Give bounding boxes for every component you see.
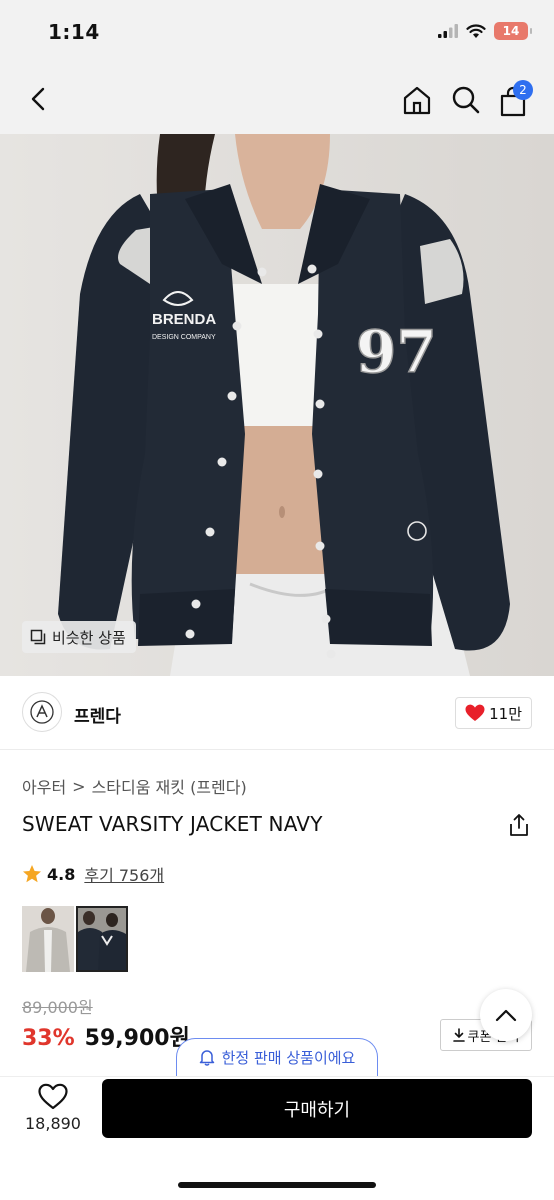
- brand-logo[interactable]: [22, 692, 62, 732]
- signal-icon: [438, 24, 458, 38]
- thumbnail-gray-jacket[interactable]: [22, 906, 74, 972]
- color-thumbnails: [22, 906, 128, 972]
- brand-emblem-icon: [30, 700, 54, 724]
- search-icon[interactable]: [450, 84, 482, 116]
- similar-products-label: 비슷한 상품: [52, 628, 126, 647]
- chevron-up-icon: [495, 1009, 517, 1022]
- review-count-link[interactable]: 후기 756개: [84, 862, 164, 886]
- battery-icon: 14: [494, 22, 532, 40]
- product-photo-jacket: BRENDA DESIGN COMPANY 97: [0, 134, 554, 676]
- price-row: 33% 59,900원: [22, 1020, 190, 1052]
- status-bar: 1:14 14: [0, 0, 554, 66]
- rating-value: 4.8: [47, 864, 76, 884]
- heart-outline-icon[interactable]: [38, 1083, 68, 1111]
- home-indicator: [178, 1182, 376, 1188]
- rating-row: 4.8 후기 756개: [22, 862, 164, 886]
- jacket-logo-subtext: DESIGN COMPANY: [152, 334, 216, 341]
- jacket-logo-text: BRENDA: [152, 311, 216, 328]
- thumbnail-gray-image: [22, 906, 74, 972]
- similar-products-button[interactable]: 비슷한 상품: [22, 621, 136, 653]
- brand-like-count: 11만: [489, 704, 522, 723]
- scroll-to-top-button[interactable]: [480, 989, 532, 1041]
- original-price: 89,000원: [22, 998, 93, 1017]
- product-title: SWEAT VARSITY JACKET NAVY: [22, 812, 323, 836]
- breadcrumb-subcategory[interactable]: 스타디움 재킷 (프렌다): [92, 774, 247, 798]
- breadcrumb-category[interactable]: 아우터: [22, 774, 66, 798]
- buy-button[interactable]: 구매하기: [102, 1079, 532, 1138]
- thumbnail-navy-image: [76, 906, 128, 972]
- brand-row[interactable]: 프렌다 11만: [0, 676, 554, 750]
- limited-sale-label: 한정 판매 상품이에요: [221, 1049, 356, 1067]
- star-icon: [23, 865, 41, 883]
- status-icons: 14: [438, 22, 532, 40]
- discount-rate: 33%: [22, 1026, 75, 1051]
- product-main-image[interactable]: BRENDA DESIGN COMPANY 97: [0, 134, 554, 676]
- limited-sale-toast: 한정 판매 상품이에요: [176, 1038, 378, 1076]
- bell-icon: [199, 1050, 214, 1066]
- wifi-icon: [466, 23, 486, 38]
- status-time: 1:14: [48, 20, 100, 44]
- similar-products-icon: [30, 629, 46, 645]
- back-arrow-icon[interactable]: [24, 84, 54, 114]
- wish-count: 18,890: [25, 1114, 81, 1133]
- download-icon: [452, 1028, 465, 1042]
- sale-price: 59,900원: [84, 1026, 190, 1051]
- breadcrumb: 아우터 > 스타디움 재킷 (프렌다): [22, 774, 247, 798]
- cart-count-badge: 2: [513, 80, 533, 100]
- brand-like-button[interactable]: 11만: [455, 697, 532, 729]
- share-icon[interactable]: [508, 813, 530, 837]
- jacket-number: 97: [356, 318, 437, 386]
- battery-level: 14: [502, 24, 520, 38]
- brand-name[interactable]: 프렌다: [74, 702, 121, 727]
- thumbnail-navy-jacket[interactable]: [76, 906, 128, 972]
- home-icon[interactable]: [401, 84, 433, 116]
- breadcrumb-separator: >: [72, 776, 86, 796]
- heart-filled-icon: [465, 704, 485, 721]
- top-nav-bar: [0, 66, 554, 134]
